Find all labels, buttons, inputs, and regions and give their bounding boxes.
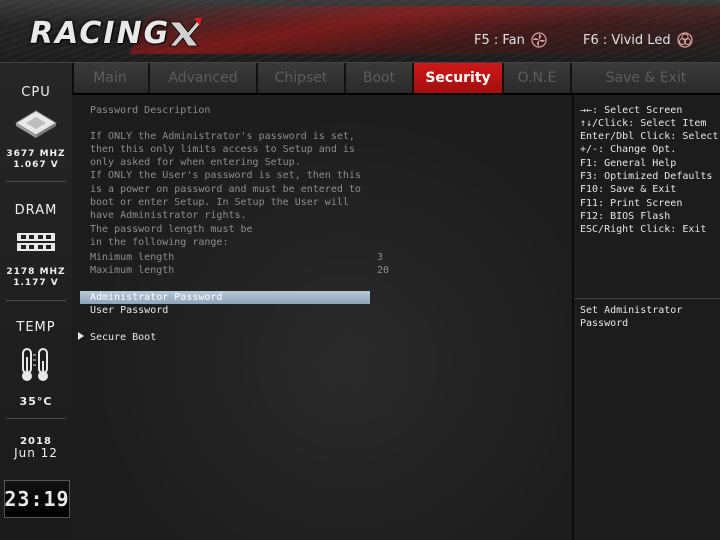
key-help-line: F12: BIOS Flash xyxy=(580,211,671,222)
administrator-password-item[interactable]: Administrator Password xyxy=(80,291,370,304)
tab-advanced[interactable]: Advanced xyxy=(150,63,258,93)
key-help-line: ESC/Right Click: Exit xyxy=(580,224,707,235)
cpu-chip-icon xyxy=(15,110,57,138)
description-line: If ONLY the User's password is set, then… xyxy=(90,170,361,181)
dram-frequency: 2178 MHZ xyxy=(6,267,66,277)
submenu-arrow-icon xyxy=(78,332,84,340)
tab-main[interactable]: Main xyxy=(72,63,150,93)
description-line: only asked for when entering Setup. xyxy=(90,157,301,168)
user-password-item[interactable]: User Password xyxy=(80,304,370,317)
key-help-line: ↑↓/Click: Select Item xyxy=(580,118,707,129)
help-panel: →←: Select Screen ↑↓/Click: Select Item … xyxy=(574,95,720,540)
tab-bar: Main Advanced Chipset Boot Security O.N.… xyxy=(72,63,720,95)
racing-logo: RACING xyxy=(30,16,171,51)
key-help-line: F10: Save & Exit xyxy=(580,184,677,195)
tab-boot[interactable]: Boot xyxy=(346,63,414,93)
description-title: Password Description xyxy=(90,105,211,116)
fan-shortcut[interactable]: F5 : Fan xyxy=(474,32,547,48)
sidebar-divider xyxy=(6,300,66,301)
min-length-label: Minimum length xyxy=(90,252,175,263)
led-icon xyxy=(676,32,693,48)
key-help-line: F11: Print Screen xyxy=(580,198,683,209)
status-sidebar: CPU 3677 MHZ 1.067 V DRAM 2178 MHZ 1.177… xyxy=(0,63,74,540)
temperature-value: 35°C xyxy=(19,395,53,408)
key-help-line: +/-: Change Opt. xyxy=(580,144,677,155)
security-settings-panel: Password Description If ONLY the Adminis… xyxy=(72,95,574,540)
key-help-line: F3: Optimized Defaults xyxy=(580,171,713,182)
description-line: The password length must be xyxy=(90,224,253,235)
dram-voltage: 1.177 V xyxy=(13,278,59,288)
cpu-frequency: 3677 MHZ xyxy=(6,149,66,159)
tab-save-exit[interactable]: Save & Exit xyxy=(572,63,720,93)
secure-boot-submenu[interactable]: Secure Boot xyxy=(78,331,156,344)
sidebar-divider xyxy=(6,418,66,419)
tab-one[interactable]: O.N.E xyxy=(504,63,572,93)
description-line: in the following range: xyxy=(90,237,229,248)
tab-security[interactable]: Security xyxy=(414,63,504,93)
temp-title: TEMP xyxy=(16,320,56,335)
key-help-line: →←: Select Screen xyxy=(580,105,683,116)
min-length-value: 3 xyxy=(377,252,384,263)
time-display: 23:19 xyxy=(4,480,70,518)
max-length-value: 20 xyxy=(377,265,390,276)
item-help-line: Set Administrator xyxy=(580,305,683,316)
description-line: have Administrator rights. xyxy=(90,210,247,221)
vivid-led-shortcut[interactable]: F6 : Vivid Led xyxy=(583,32,693,48)
memory-module-icon xyxy=(17,233,55,251)
cpu-title: CPU xyxy=(21,85,51,100)
max-length-label: Maximum length xyxy=(90,265,175,276)
header-bar: RACING F5 : Fan F6 : Vivid Led xyxy=(0,0,720,63)
help-divider xyxy=(574,298,720,299)
dram-title: DRAM xyxy=(14,203,58,218)
item-help-line: Password xyxy=(580,318,629,329)
thermometer-icon xyxy=(22,348,48,381)
fan-icon xyxy=(531,32,547,48)
description-line: is a power on password and must be enter… xyxy=(90,184,361,195)
description-line: then this only limits access to Setup an… xyxy=(90,144,355,155)
date-month-day: Jun 12 xyxy=(14,446,58,460)
cpu-voltage: 1.067 V xyxy=(13,160,59,170)
key-help-line: F1: General Help xyxy=(580,158,677,169)
fan-shortcut-label: F5 : Fan xyxy=(474,32,525,48)
tab-chipset[interactable]: Chipset xyxy=(258,63,346,93)
description-line: boot or enter Setup. In Setup the User w… xyxy=(90,197,349,208)
description-line: If ONLY the Administrator's password is … xyxy=(90,131,355,142)
secure-boot-label: Secure Boot xyxy=(90,332,157,343)
key-help-line: Enter/Dbl Click: Select xyxy=(580,131,719,142)
logo-x-emblem-icon xyxy=(169,18,203,47)
vivid-led-shortcut-label: F6 : Vivid Led xyxy=(583,32,671,48)
sidebar-divider xyxy=(6,181,66,182)
